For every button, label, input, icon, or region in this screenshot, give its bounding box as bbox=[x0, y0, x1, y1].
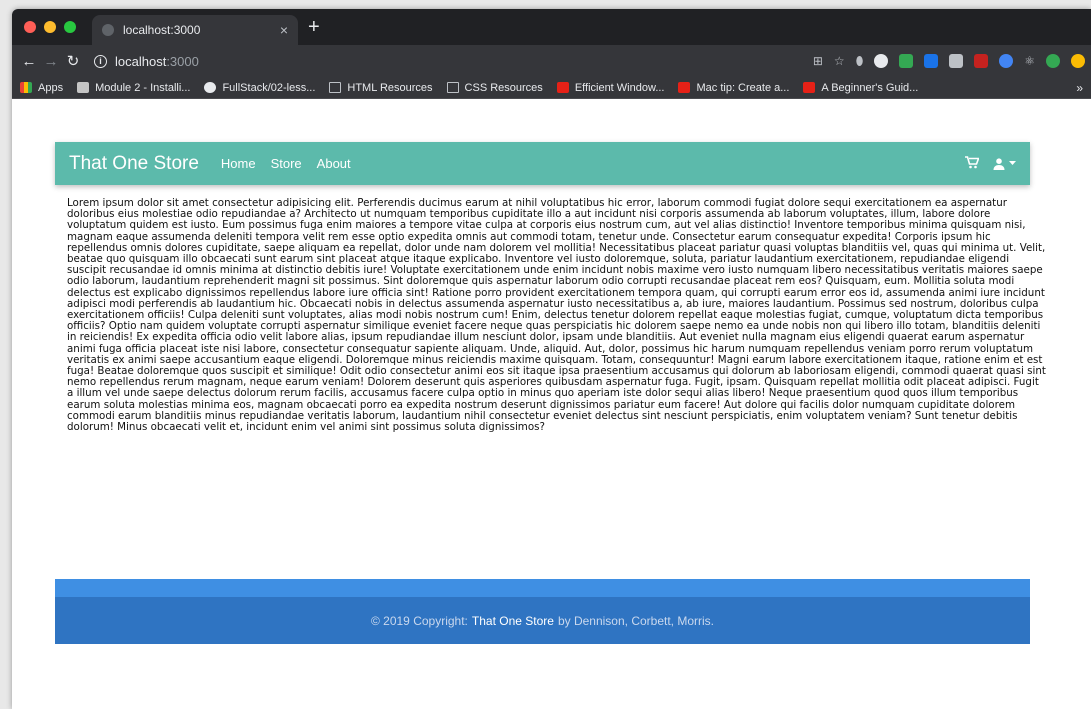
translate-icon[interactable]: ⊞ bbox=[813, 54, 823, 68]
bookmark-star-icon[interactable]: ☆ bbox=[834, 54, 845, 68]
page-viewport: That One Store Home Store About Lorem ip… bbox=[12, 99, 1091, 709]
copyright-authors: by Dennison, Corbett, Morris. bbox=[557, 613, 714, 628]
reload-button[interactable]: ↻ bbox=[62, 52, 84, 70]
profile-avatar-icon[interactable] bbox=[1046, 54, 1060, 68]
caret-down-icon bbox=[1009, 161, 1016, 165]
zoom-window-button[interactable] bbox=[64, 21, 76, 33]
folder-icon bbox=[446, 82, 459, 93]
copyright-prefix: © 2019 Copyright: bbox=[370, 613, 468, 628]
react-devtools-icon[interactable]: ⚛ bbox=[1024, 54, 1035, 68]
bookmarks-overflow-button[interactable]: » bbox=[1076, 81, 1083, 95]
folder-icon bbox=[329, 82, 342, 93]
address-bar[interactable]: i localhost:3000 bbox=[94, 54, 199, 69]
bookmark-apps[interactable]: Apps bbox=[20, 82, 63, 94]
tab-close-button[interactable]: × bbox=[280, 22, 288, 38]
cart-icon[interactable] bbox=[965, 155, 980, 172]
url-host: localhost bbox=[115, 53, 167, 69]
back-button[interactable]: ← bbox=[18, 53, 40, 70]
youtube-icon bbox=[556, 82, 569, 93]
bookmark-beginners-guide[interactable]: A Beginner's Guid... bbox=[803, 82, 918, 94]
new-tab-button[interactable]: + bbox=[308, 17, 320, 37]
nav-actions bbox=[965, 155, 1016, 172]
bookmark-mac-tip[interactable]: Mac tip: Create a... bbox=[678, 82, 789, 94]
footer-accent-bar bbox=[55, 579, 1030, 597]
extension-icon[interactable] bbox=[874, 54, 889, 68]
nav-store-link[interactable]: Store bbox=[271, 156, 302, 171]
browser-toolbar: ← → ↻ i localhost:3000 ⊞ ☆ ⬮ ⚛ bbox=[12, 45, 1091, 77]
extension-icon[interactable] bbox=[949, 54, 964, 68]
site-navbar: That One Store Home Store About bbox=[55, 142, 1030, 185]
site-footer: © 2019 Copyright: That One Store by Denn… bbox=[55, 597, 1030, 644]
extension-icon[interactable] bbox=[924, 54, 939, 68]
info-icon[interactable]: i bbox=[94, 54, 107, 68]
minimize-window-button[interactable] bbox=[44, 21, 56, 33]
github-icon bbox=[204, 82, 217, 93]
bookmark-css-resources[interactable]: CSS Resources bbox=[446, 82, 543, 94]
bookmark-fullstack[interactable]: FullStack/02-less... bbox=[204, 82, 315, 94]
extension-icon[interactable] bbox=[899, 54, 914, 68]
youtube-icon bbox=[803, 82, 816, 93]
extension-icon[interactable] bbox=[999, 54, 1014, 68]
browser-tab[interactable]: localhost:3000 × bbox=[92, 15, 298, 45]
url-port: :3000 bbox=[166, 53, 199, 69]
bookmarks-bar: Apps Module 2 - Installi... FullStack/02… bbox=[12, 77, 1091, 99]
extension-icon[interactable] bbox=[1071, 54, 1085, 68]
lorem-paragraph: Lorem ipsum dolor sit amet consectetur a… bbox=[67, 197, 1046, 434]
nav-about-link[interactable]: About bbox=[317, 156, 351, 171]
bookmark-html-resources[interactable]: HTML Resources bbox=[329, 82, 433, 94]
close-window-button[interactable] bbox=[24, 21, 36, 33]
tab-title: localhost:3000 bbox=[123, 23, 201, 37]
extension-icon[interactable]: ⬮ bbox=[856, 54, 864, 69]
browser-window: localhost:3000 × + ← → ↻ i localhost:300… bbox=[12, 9, 1091, 709]
apps-icon bbox=[20, 82, 32, 93]
footer-store-link[interactable]: That One Store bbox=[472, 614, 554, 628]
module-icon bbox=[77, 82, 90, 93]
ublock-icon[interactable] bbox=[974, 54, 989, 68]
extension-icons: ⊞ ☆ ⬮ ⚛ bbox=[813, 54, 1085, 69]
youtube-icon bbox=[678, 82, 691, 93]
bookmark-module[interactable]: Module 2 - Installi... bbox=[77, 82, 190, 94]
window-controls bbox=[24, 21, 76, 33]
nav-home-link[interactable]: Home bbox=[221, 156, 256, 171]
user-menu-button[interactable] bbox=[993, 157, 1016, 170]
forward-button[interactable]: → bbox=[40, 53, 62, 70]
brand-link[interactable]: That One Store bbox=[69, 153, 199, 175]
tab-strip: localhost:3000 × + bbox=[12, 9, 1091, 45]
bookmark-efficient-window[interactable]: Efficient Window... bbox=[556, 82, 664, 94]
user-icon bbox=[993, 157, 1005, 170]
globe-icon bbox=[102, 24, 114, 36]
